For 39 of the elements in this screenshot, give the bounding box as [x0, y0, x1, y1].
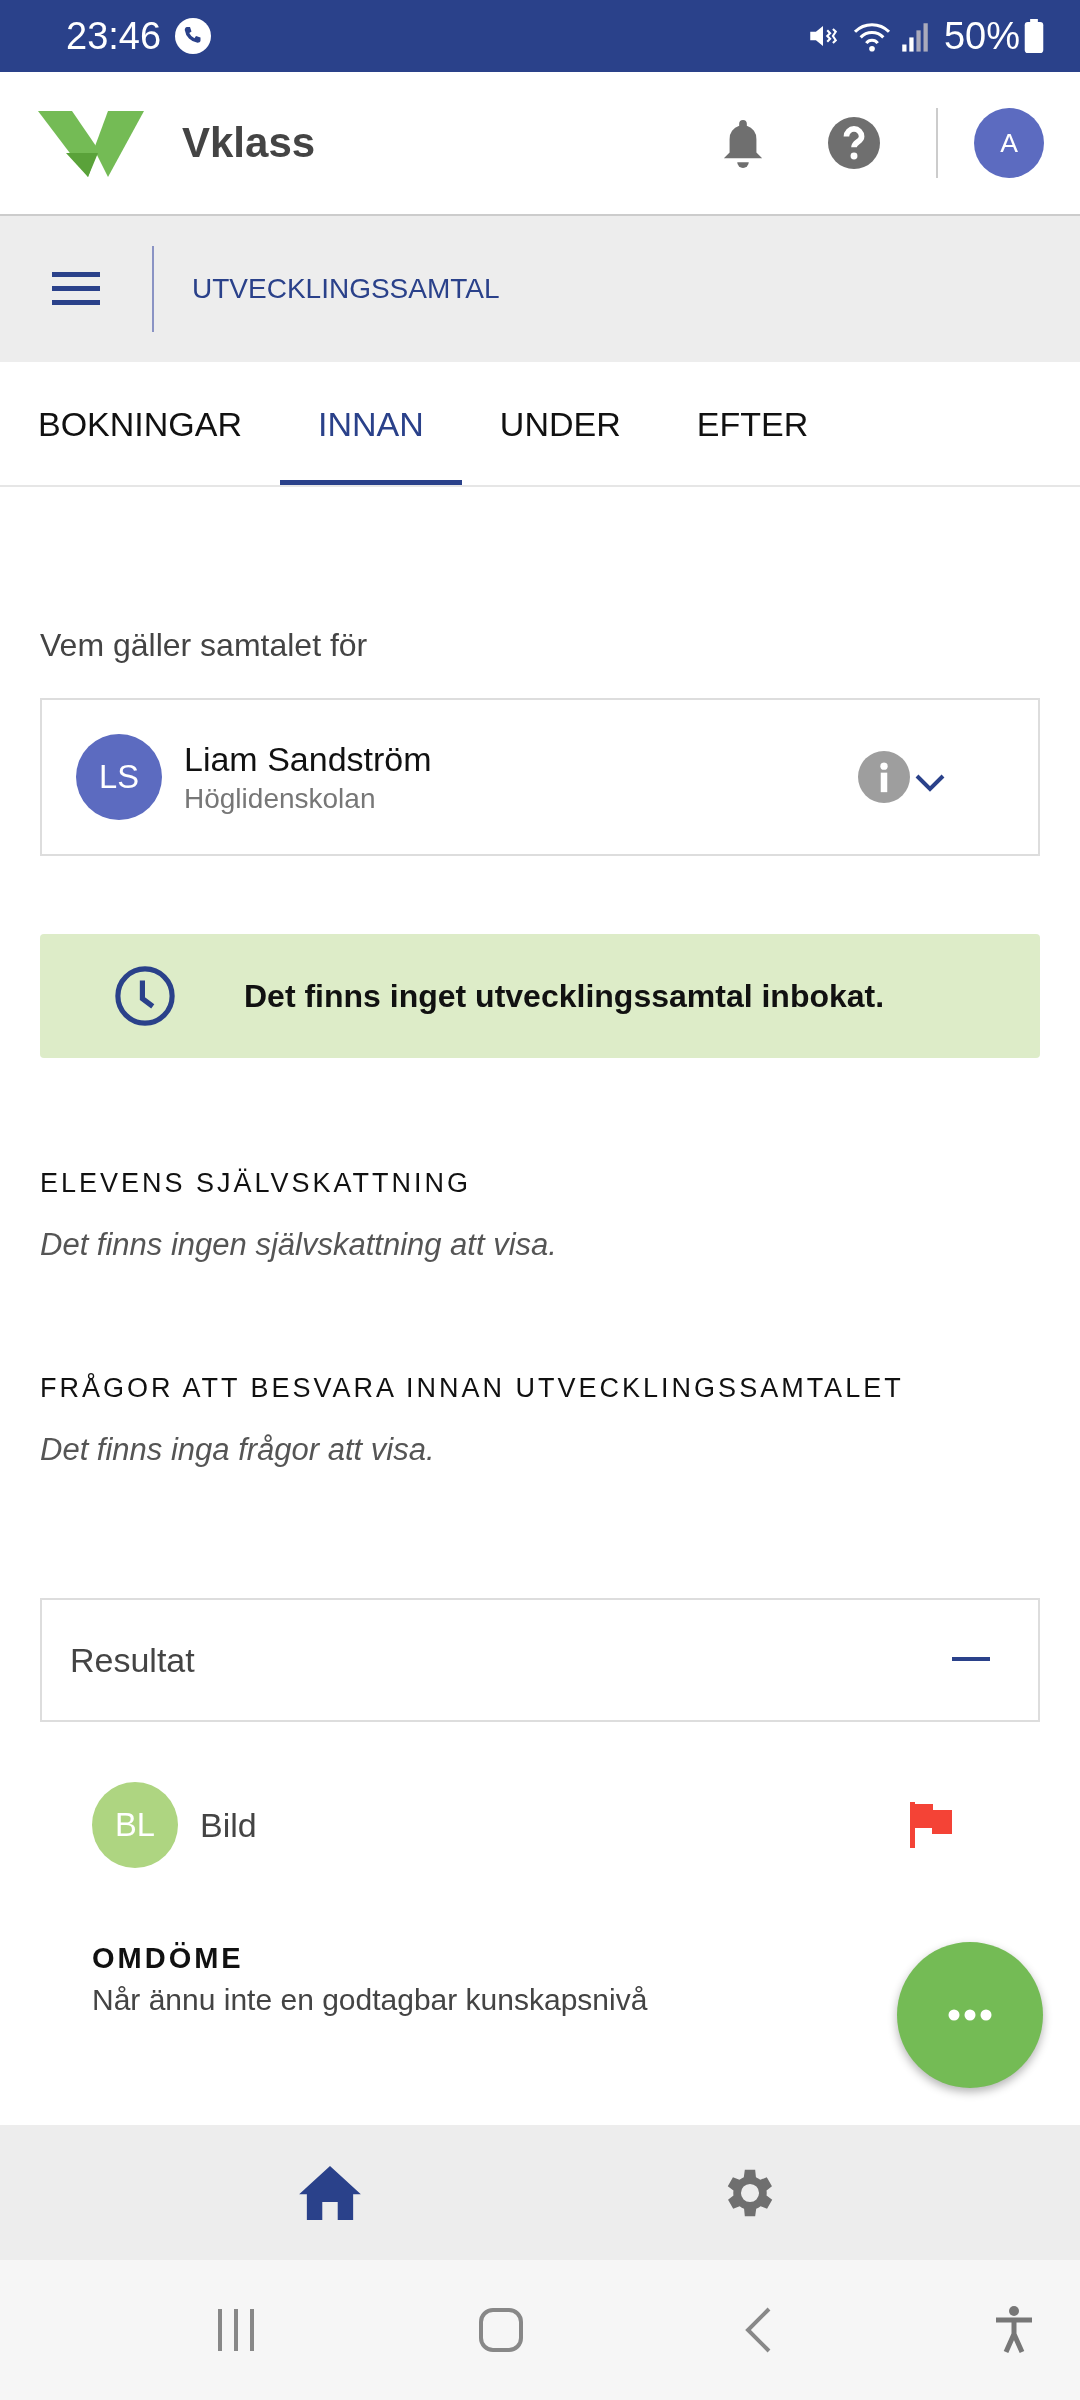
tab[interactable]: UNDER [461, 362, 659, 485]
battery-icon [1024, 19, 1044, 53]
subject-name: Bild [200, 1805, 258, 1845]
more-button[interactable] [897, 1942, 1043, 2088]
student-avatar: LS [76, 734, 162, 820]
tab[interactable]: INNAN [280, 362, 462, 485]
info-icon[interactable] [858, 751, 910, 803]
back-icon[interactable] [745, 2307, 772, 2353]
student-select[interactable]: LS Liam Sandström Höglidenskolan [40, 698, 1040, 856]
section-title: ELEVENS SJÄLVSKATTNING [40, 1168, 473, 1199]
phone-call-icon [175, 18, 212, 54]
user-avatar[interactable]: A [974, 108, 1044, 178]
logo-icon [38, 109, 144, 177]
tab[interactable]: EFTER [658, 362, 847, 485]
app-name: Vklass [182, 119, 316, 167]
section-title: FRÅGOR ATT BESVARA INNAN UTVECKLINGSSAMTALET [40, 1373, 905, 1404]
assessment-title: OMDÖME [92, 1942, 244, 1975]
empty-message: Det finns inga frågor att visa. [40, 1432, 436, 1468]
help-icon [828, 117, 880, 169]
student-name: Liam Sandström [184, 739, 433, 779]
battery-percent: 50% [943, 14, 1020, 58]
assessment-text: Når ännu inte en godtagbar kunskapsnivå [92, 1983, 648, 2017]
school-name: Höglidenskolan [184, 782, 377, 815]
tab[interactable]: BOKNINGAR [0, 362, 281, 485]
page-title: UTVECKLINGSSAMTAL [192, 273, 500, 305]
results-header[interactable]: Resultat [40, 1598, 1040, 1722]
results-title: Resultat [70, 1640, 195, 1680]
home-button-icon[interactable] [478, 2308, 523, 2352]
subject-avatar: BL [92, 1782, 178, 1868]
chevron-down-icon [914, 773, 946, 793]
accessibility-icon[interactable] [993, 2306, 1034, 2354]
notice-text: Det finns inget utvecklingssamtal inbokat. [244, 977, 885, 1015]
empty-message: Det finns ingen självskattning att visa. [40, 1227, 558, 1263]
more-icon [948, 2009, 992, 2021]
menu-icon [52, 272, 100, 306]
field-label: Vem gäller samtalet för [40, 627, 369, 664]
status-time: 23:46 [66, 14, 162, 58]
clock-icon [114, 965, 176, 1027]
recent-apps-icon[interactable] [216, 2309, 256, 2351]
